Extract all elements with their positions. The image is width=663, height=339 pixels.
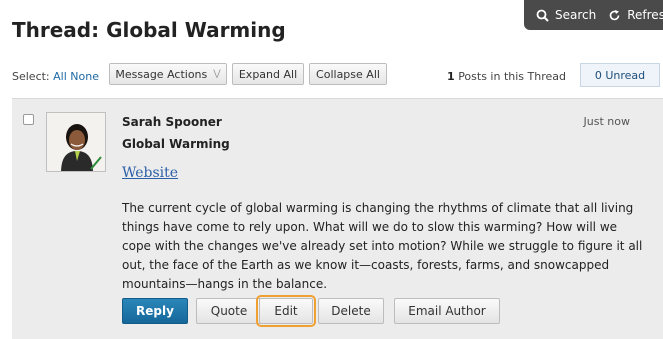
select-label: Select: <box>12 70 50 83</box>
post-body: The current cycle of global warming is c… <box>122 201 643 291</box>
post-subject: Global Warming <box>122 137 230 151</box>
post-count-number: 1 <box>447 70 455 83</box>
email-author-button[interactable]: Email Author <box>394 298 500 324</box>
select-all-link[interactable]: All <box>53 70 67 83</box>
post-card: Sarah Spooner Global Warming Just now We… <box>12 98 663 339</box>
chevron-down-icon: ⋁ <box>213 69 221 79</box>
post-count: 1 Posts in this Thread <box>447 70 566 83</box>
post-author[interactable]: Sarah Spooner <box>122 115 222 129</box>
message-actions-button[interactable]: Message Actions ⋁ <box>109 63 227 85</box>
expand-all-button[interactable]: Expand All <box>232 63 304 85</box>
page-title: Thread: Global Warming <box>12 18 286 42</box>
collapse-all-button[interactable]: Collapse All <box>309 63 387 85</box>
post-timestamp: Just now <box>583 115 630 128</box>
refresh-label: Refresh <box>627 8 663 22</box>
post-count-label: Posts in this Thread <box>458 70 566 83</box>
edit-button[interactable]: Edit <box>256 295 316 327</box>
website-link[interactable]: Website <box>122 165 178 181</box>
refresh-button[interactable]: Refresh <box>608 8 663 22</box>
quote-button[interactable]: Quote <box>196 298 262 324</box>
thread-toolbar: Select: All None Message Actions ⋁ Expan… <box>0 62 663 88</box>
reply-button[interactable]: Reply <box>122 298 188 324</box>
delete-button[interactable]: Delete <box>318 298 384 324</box>
search-icon <box>536 9 549 22</box>
select-none-link[interactable]: None <box>70 70 99 83</box>
avatar <box>46 112 106 172</box>
search-button[interactable]: Search <box>536 8 596 22</box>
select-controls: Select: All None <box>12 70 99 83</box>
message-actions-label: Message Actions <box>115 67 208 81</box>
search-label: Search <box>555 8 597 22</box>
post-select-checkbox[interactable] <box>23 114 34 125</box>
refresh-icon <box>609 9 620 20</box>
top-tools-bar: Search Refresh <box>524 0 663 30</box>
unread-badge[interactable]: 0 Unread <box>580 63 660 87</box>
author-photo <box>47 113 105 171</box>
